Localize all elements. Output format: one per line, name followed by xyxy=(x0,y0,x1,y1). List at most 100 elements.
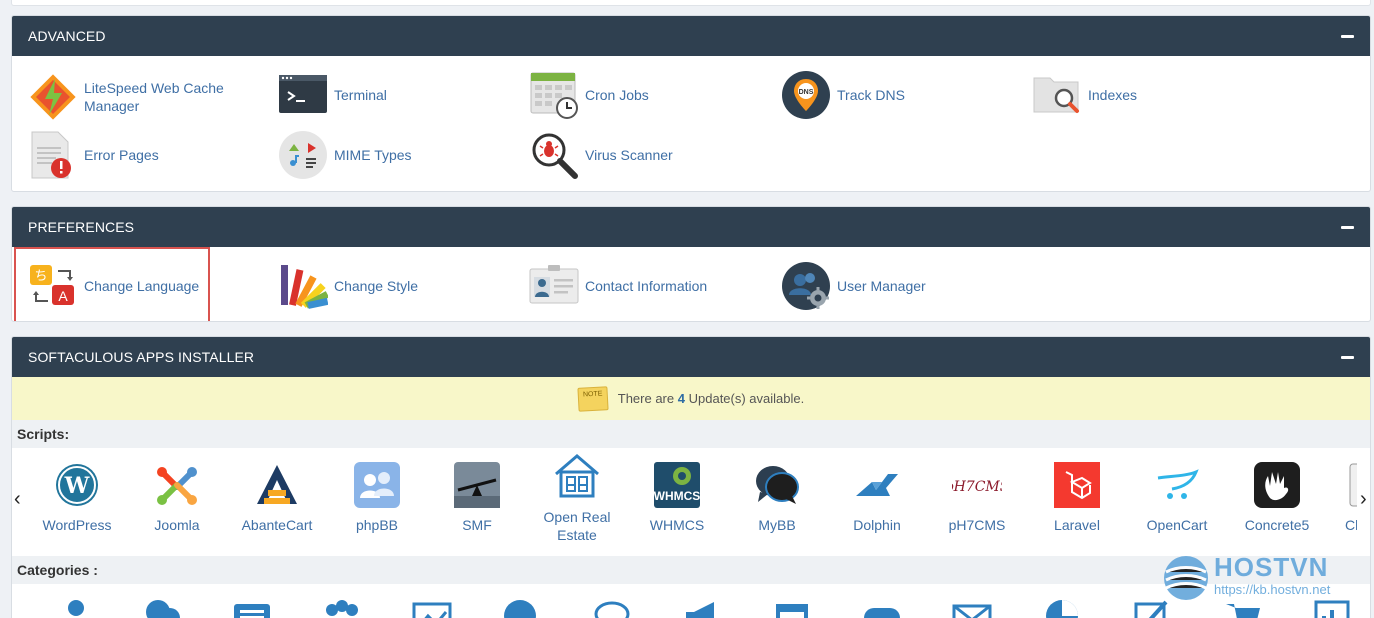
advanced-item-indexes[interactable]: Indexes xyxy=(1032,72,1137,118)
svg-text:pH7CMS: pH7CMS xyxy=(952,479,1002,495)
color-swatch-icon xyxy=(278,261,330,311)
category-megaphone-icon[interactable] xyxy=(682,596,722,618)
preferences-item-change-language[interactable]: ちA Change Language xyxy=(28,261,199,311)
category-mail-icon[interactable] xyxy=(952,596,992,618)
hostvn-logo-icon xyxy=(1164,556,1208,600)
script-concrete5[interactable]: Concrete5 xyxy=(1227,460,1327,534)
laravel-icon xyxy=(1052,460,1102,510)
scripts-heading: Scripts: xyxy=(12,420,1370,448)
collapse-icon[interactable] xyxy=(1341,355,1354,359)
category-globe-icon[interactable] xyxy=(500,596,540,618)
mime-media-icon xyxy=(278,130,328,180)
category-chat-icon[interactable] xyxy=(142,596,182,618)
hostvn-brand: HOSTVN xyxy=(1214,552,1329,582)
script-whmcs[interactable]: WHMCS WHMCS xyxy=(627,460,727,534)
softaculous-panel-header[interactable]: SOFTACULOUS APPS INSTALLER xyxy=(12,337,1370,377)
advanced-item-label: Track DNS xyxy=(837,87,905,103)
advanced-item-label: LiteSpeed Web Cache Manager xyxy=(84,80,224,114)
script-ph7cms[interactable]: pH7CMS pH7CMS xyxy=(927,460,1027,534)
svg-text:A: A xyxy=(58,288,68,304)
script-phpbb[interactable]: phpBB xyxy=(327,460,427,534)
preferences-item-label: Change Style xyxy=(334,278,419,294)
script-label: Dolphin xyxy=(853,517,901,533)
script-label: WordPress xyxy=(42,517,112,533)
advanced-item-litespeed[interactable]: LiteSpeed Web Cache Manager xyxy=(28,72,244,122)
advanced-item-cron-jobs[interactable]: Cron Jobs xyxy=(529,72,649,119)
script-smf[interactable]: SMF xyxy=(427,460,527,534)
abantecart-icon xyxy=(252,460,302,510)
dns-pin-icon: DNS xyxy=(781,70,831,120)
advanced-item-error-pages[interactable]: Error Pages xyxy=(28,130,159,180)
ph7cms-icon: pH7CMS xyxy=(945,460,1010,510)
advanced-item-mime-types[interactable]: MIME Types xyxy=(278,130,412,180)
previous-panel-edge xyxy=(11,0,1371,6)
script-abantecart[interactable]: AbanteCart xyxy=(227,460,327,534)
translate-icon: ちA xyxy=(28,261,78,311)
script-open-real-estate[interactable]: Open Real Estate xyxy=(527,452,627,544)
preferences-item-label: User Manager xyxy=(837,278,926,294)
update-prefix: There are xyxy=(617,391,675,406)
collapse-icon[interactable] xyxy=(1341,225,1354,229)
script-mybb[interactable]: MyBB xyxy=(727,460,827,534)
terminal-icon xyxy=(278,70,328,120)
script-label: phpBB xyxy=(355,517,399,533)
script-partial[interactable]: Cl xyxy=(1327,460,1357,534)
category-user-icon[interactable] xyxy=(56,596,96,618)
note-icon-label: NOTE xyxy=(582,390,603,399)
script-laravel[interactable]: Laravel xyxy=(1027,460,1127,534)
script-label: Open Real Estate xyxy=(543,509,611,543)
advanced-item-track-dns[interactable]: DNS Track DNS xyxy=(781,70,905,120)
preferences-panel-title: PREFERENCES xyxy=(28,219,135,235)
category-gamepad-icon[interactable] xyxy=(862,596,902,618)
collapse-icon[interactable] xyxy=(1341,34,1354,38)
script-label: SMF xyxy=(462,517,492,533)
wordpress-icon: W xyxy=(52,460,102,510)
advanced-item-terminal[interactable]: Terminal xyxy=(278,72,387,118)
update-notice-bar[interactable]: NOTE There are 4 Update(s) available. xyxy=(12,377,1370,420)
whmcs-icon: WHMCS xyxy=(652,460,702,510)
update-count: 4 xyxy=(677,391,685,406)
advanced-item-label: Error Pages xyxy=(84,147,159,163)
contact-card-icon xyxy=(529,261,579,311)
mybb-icon xyxy=(752,460,802,510)
bug-magnifier-icon xyxy=(529,130,579,180)
preferences-panel-header[interactable]: PREFERENCES xyxy=(12,207,1370,247)
script-label: Joomla xyxy=(154,517,200,533)
category-calendar-icon[interactable] xyxy=(772,596,812,618)
script-label: MyBB xyxy=(758,517,796,533)
script-label: Cl xyxy=(1345,517,1357,533)
svg-text:DNS: DNS xyxy=(799,89,814,96)
category-list-icon[interactable] xyxy=(232,596,272,618)
advanced-item-virus-scanner[interactable]: Virus Scanner xyxy=(529,130,673,180)
carousel-prev-icon[interactable]: ‹ xyxy=(14,488,21,511)
category-image-icon[interactable] xyxy=(412,596,452,618)
script-opencart[interactable]: OpenCart xyxy=(1127,460,1227,534)
preferences-item-label: Change Language xyxy=(84,278,200,294)
preferences-item-contact-information[interactable]: Contact Information xyxy=(529,261,707,311)
script-dolphin[interactable]: Dolphin xyxy=(827,460,927,534)
preferences-item-change-style[interactable]: Change Style xyxy=(278,261,418,311)
smf-icon xyxy=(452,460,502,510)
script-label: WHMCS xyxy=(649,517,705,533)
preferences-item-user-manager[interactable]: User Manager xyxy=(781,261,926,311)
advanced-item-label: Indexes xyxy=(1088,87,1138,103)
advanced-panel-header[interactable]: ADVANCED xyxy=(12,16,1370,56)
litespeed-icon xyxy=(28,72,78,122)
script-label: Concrete5 xyxy=(1244,517,1310,533)
note-icon: NOTE xyxy=(577,385,609,412)
category-group-icon[interactable] xyxy=(322,596,362,618)
script-joomla[interactable]: Joomla xyxy=(127,460,227,534)
carousel-next-icon[interactable]: › xyxy=(1360,488,1367,511)
dolphin-icon xyxy=(852,460,902,510)
preferences-panel: PREFERENCES ちA Change Language Change St… xyxy=(11,206,1371,322)
users-gear-icon xyxy=(781,261,831,311)
opencart-icon xyxy=(1152,460,1202,510)
phpbb-icon xyxy=(352,460,402,510)
advanced-item-label: Terminal xyxy=(334,87,387,103)
concrete5-icon xyxy=(1252,460,1302,510)
svg-text:ち: ち xyxy=(34,269,47,284)
category-pie-icon[interactable] xyxy=(1042,596,1082,618)
script-wordpress[interactable]: W WordPress xyxy=(27,460,127,534)
advanced-item-label: Cron Jobs xyxy=(585,87,649,103)
category-speech-icon[interactable] xyxy=(592,596,632,618)
